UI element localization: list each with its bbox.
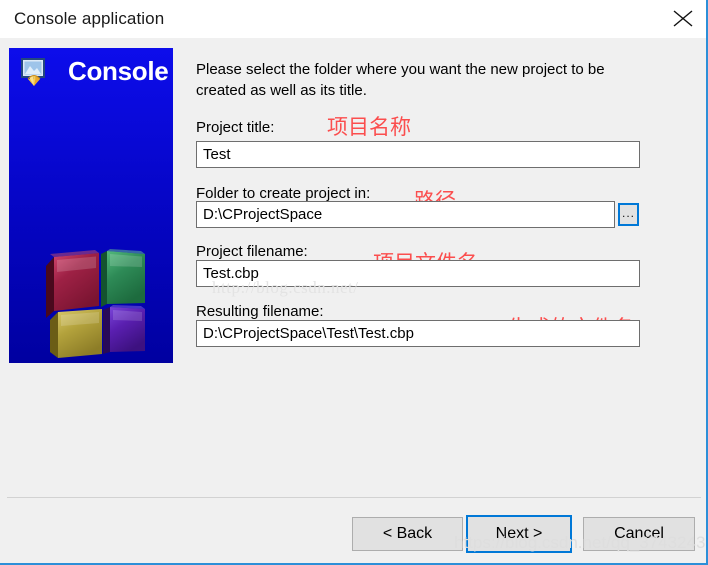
codeblocks-four-cubes-logo bbox=[40, 248, 152, 360]
project-title-annotation: 项目名称 bbox=[327, 116, 411, 139]
footer-divider bbox=[7, 497, 701, 498]
wizard-sidebar-image: Console bbox=[9, 48, 173, 363]
back-button[interactable]: < Back bbox=[352, 517, 463, 551]
close-button[interactable] bbox=[661, 0, 707, 36]
wizard-image-icon bbox=[20, 57, 50, 87]
project-folder-input[interactable]: D:\CProjectSpace bbox=[196, 201, 615, 228]
title-bar: Console application bbox=[0, 0, 708, 38]
sidebar-logo: Console bbox=[20, 56, 170, 90]
browse-folder-button[interactable]: ... bbox=[618, 203, 639, 226]
watermark-url-bottom: https://blog.csdn.net/qq_37432436 bbox=[454, 533, 708, 552]
resulting-filename-input[interactable]: D:\CProjectSpace\Test\Test.cbp bbox=[196, 320, 640, 347]
project-filename-label: Project filename: bbox=[196, 243, 308, 260]
watermark-url-middle: http://blog.csdn.net/ bbox=[212, 278, 359, 297]
project-title-input[interactable]: Test bbox=[196, 141, 640, 168]
project-title-label: Project title: bbox=[196, 119, 275, 136]
sidebar-logo-label: Console bbox=[68, 56, 169, 86]
project-folder-label: Folder to create project in: bbox=[196, 185, 371, 202]
resulting-filename-label: Resulting filename: bbox=[196, 303, 324, 320]
window-title: Console application bbox=[14, 9, 165, 28]
instruction-text: Please select the folder where you want … bbox=[196, 61, 605, 99]
console-application-dialog: Console application Console Please selec… bbox=[0, 0, 708, 565]
